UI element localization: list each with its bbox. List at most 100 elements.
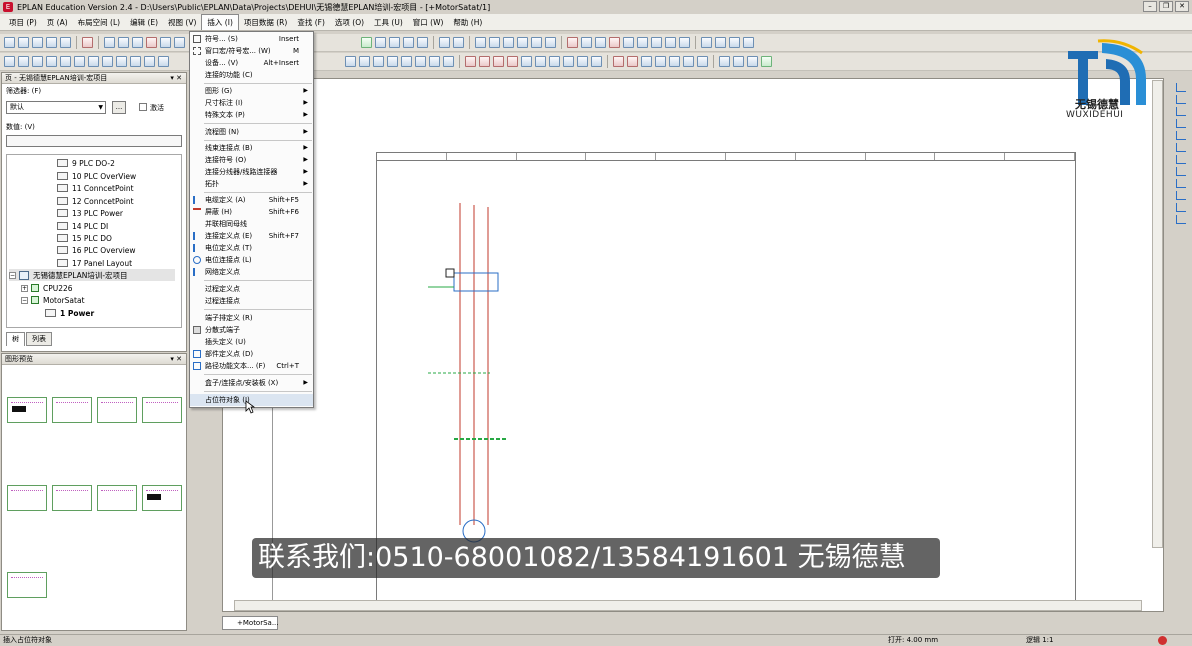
symbol-v-icon[interactable] <box>655 56 666 67</box>
forward-arrow-icon[interactable] <box>453 37 464 48</box>
corner-connect-icon[interactable] <box>1176 83 1186 92</box>
filter-combo[interactable]: 默认 ▼ <box>6 101 106 114</box>
menu-item-connection-definition[interactable]: 连接定义点 (E) Shift+F7 <box>190 230 313 242</box>
menu-item-cable-definition[interactable]: 电缆定义 (A) Shift+F5 <box>190 194 313 206</box>
grid-icon[interactable] <box>475 37 486 48</box>
error-status-icon[interactable] <box>1158 636 1167 645</box>
menu-item-part-definition[interactable]: 部件定义点 (D) <box>190 348 313 360</box>
symbol-r-icon[interactable] <box>591 56 602 67</box>
corner-c-icon[interactable] <box>747 56 758 67</box>
menu-page[interactable]: 页 (A) <box>42 15 73 30</box>
symbol-y-icon[interactable] <box>697 56 708 67</box>
preview-thumbnail[interactable] <box>97 485 137 511</box>
grid-c-icon[interactable] <box>531 37 542 48</box>
panel-close-icon[interactable]: ▾ ✕ <box>170 354 182 364</box>
tree-page-item[interactable]: 11 ConncetPoint <box>57 182 134 194</box>
menu-find[interactable]: 查找 (F) <box>292 15 330 30</box>
cart-icon[interactable] <box>729 37 740 48</box>
corner-connect-icon[interactable] <box>1176 107 1186 116</box>
connect-f-icon[interactable] <box>74 56 85 67</box>
symbol-s-icon[interactable] <box>613 56 624 67</box>
tree-cpu-node[interactable]: + CPU226 <box>21 282 73 294</box>
symbol-e-icon[interactable] <box>401 56 412 67</box>
intersection-snap-icon[interactable] <box>609 37 620 48</box>
menu-item-topology[interactable]: 拓扑 ▶ <box>190 178 313 190</box>
connect-i-icon[interactable] <box>116 56 127 67</box>
tab-tree[interactable]: 树 <box>6 332 25 346</box>
paste-icon[interactable] <box>132 37 143 48</box>
panel-close-icon[interactable]: ▾ ✕ <box>170 73 182 83</box>
macro-icon[interactable] <box>651 37 662 48</box>
undo-icon[interactable] <box>160 37 171 48</box>
symbol-a-icon[interactable] <box>345 56 356 67</box>
jump-icon[interactable] <box>1176 203 1186 212</box>
jump-icon[interactable] <box>1176 215 1186 224</box>
zoom-fit-icon[interactable] <box>417 37 428 48</box>
symbol-l-icon[interactable] <box>507 56 518 67</box>
parts-icon[interactable] <box>743 37 754 48</box>
preview-thumbnail[interactable] <box>7 397 47 423</box>
expand-icon[interactable] <box>715 37 726 48</box>
connect-c-icon[interactable] <box>32 56 43 67</box>
activate-checkbox[interactable] <box>139 103 147 111</box>
tree-page-item[interactable]: 10 PLC OverView <box>57 170 136 182</box>
tree-motor-node[interactable]: − MotorSatat <box>21 294 85 306</box>
menu-item-plug-definition[interactable]: 插头定义 (U) <box>190 336 313 348</box>
tree-page-item[interactable]: 12 ConncetPoint <box>57 195 134 207</box>
print-icon[interactable] <box>60 37 71 48</box>
menu-item-process-definition[interactable]: 过程定义点 <box>190 283 313 295</box>
menu-window[interactable]: 窗口 (W) <box>408 15 449 30</box>
box-icon[interactable] <box>701 37 712 48</box>
preview-thumbnail[interactable] <box>7 485 47 511</box>
menu-item-harness[interactable]: 线束连接点 (B) ▶ <box>190 142 313 154</box>
document-tab[interactable]: +MotorSa... <box>222 616 279 630</box>
tree-page-item[interactable]: 17 Panel Layout <box>57 257 132 269</box>
menu-item-potential-connection[interactable]: 电位连接点 (L) <box>190 254 313 266</box>
preview-thumbnail[interactable] <box>52 485 92 511</box>
symbol-b-icon[interactable] <box>359 56 370 67</box>
collapse-icon[interactable]: − <box>9 271 16 279</box>
value-input[interactable] <box>6 135 182 147</box>
grid-d-icon[interactable] <box>545 37 556 48</box>
t-junction-icon[interactable] <box>1176 143 1186 152</box>
tree-page-item[interactable]: 15 PLC DO <box>57 232 112 244</box>
cross-icon[interactable] <box>1176 191 1186 200</box>
open-project-icon[interactable] <box>18 37 29 48</box>
menu-item-process-connection[interactable]: 过程连接点 <box>190 295 313 307</box>
text-icon[interactable] <box>665 37 676 48</box>
menu-item-network-definition[interactable]: 网络定义点 <box>190 266 313 278</box>
filter-more-button[interactable]: ... <box>112 101 126 114</box>
menu-insert[interactable]: 插入 (I) <box>201 14 239 30</box>
symbol-p-icon[interactable] <box>563 56 574 67</box>
menu-item-graphic[interactable]: 图形 (G) ▶ <box>190 85 313 97</box>
preview-thumbnail[interactable] <box>142 397 182 423</box>
preview-thumbnail[interactable] <box>52 397 92 423</box>
menu-item-device[interactable]: 设备... (V) Alt+Insert <box>190 57 313 69</box>
connect-j-icon[interactable] <box>130 56 141 67</box>
menu-view[interactable]: 视图 (V) <box>163 15 201 30</box>
t-junction-icon[interactable] <box>1176 167 1186 176</box>
zoom-out-icon[interactable] <box>403 37 414 48</box>
delete-icon[interactable] <box>146 37 157 48</box>
corner-connect-icon[interactable] <box>1176 95 1186 104</box>
corner-connect-icon[interactable] <box>1176 119 1186 128</box>
copy-icon[interactable] <box>118 37 129 48</box>
close-button[interactable]: ✕ <box>1175 1 1189 12</box>
corner-a-icon[interactable] <box>719 56 730 67</box>
preview-thumbnail[interactable] <box>142 485 182 511</box>
connect-a-icon[interactable] <box>4 56 15 67</box>
menu-tools[interactable]: 工具 (U) <box>369 15 408 30</box>
symbol-n-icon[interactable] <box>535 56 546 67</box>
restore-button[interactable]: ❐ <box>1159 1 1173 12</box>
tree-page-item[interactable]: 14 PLC DI <box>57 220 108 232</box>
menu-item-parallel-bus[interactable]: 并联相同母线 <box>190 218 313 230</box>
symbol-u-icon[interactable] <box>641 56 652 67</box>
connect-l-icon[interactable] <box>158 56 169 67</box>
symbol-t-icon[interactable] <box>627 56 638 67</box>
layer-icon[interactable] <box>623 37 634 48</box>
connect-b-icon[interactable] <box>18 56 29 67</box>
preview-thumbnail[interactable] <box>7 572 47 598</box>
connect-k-icon[interactable] <box>144 56 155 67</box>
mark-icon[interactable] <box>679 37 690 48</box>
minimize-button[interactable]: – <box>1143 1 1157 12</box>
